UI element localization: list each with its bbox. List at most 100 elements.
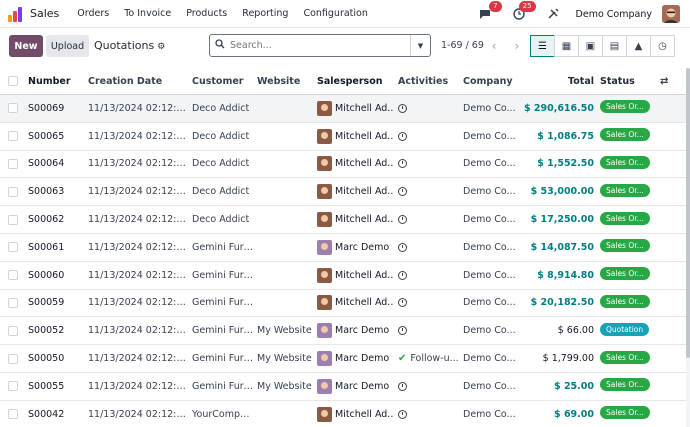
clock-icon[interactable] [398,270,407,280]
activity[interactable]: ✔ Follow-u... [398,353,460,364]
clock-icon[interactable] [398,159,407,169]
table-row[interactable]: S00064 11/13/2024 02:12:22 Deco Addict M… [0,151,690,179]
col-status[interactable]: Status [600,76,660,87]
col-salesperson[interactable]: Salesperson [317,76,393,87]
row-checkbox[interactable] [8,103,18,114]
col-number[interactable]: Number [28,76,84,87]
activity[interactable] [398,215,460,225]
row-checkbox[interactable] [8,158,18,169]
row-checkbox[interactable] [8,325,18,336]
table-body: S00069 11/13/2024 02:12:22 Deco Addict M… [0,95,690,427]
table-row[interactable]: S00052 11/13/2024 02:12:22 Gemini Furn..… [0,317,690,346]
row-checkbox[interactable] [8,409,18,420]
table-row[interactable]: S00042 11/13/2024 02:12:22 YourCompa... … [0,401,690,427]
pivot-view-icon[interactable]: ▤ [602,35,627,57]
activity[interactable] [398,187,460,197]
clock-icon[interactable] [398,215,407,225]
clock-icon[interactable] [398,298,407,308]
quotations-table: Number Creation Date Customer Website Sa… [0,68,690,427]
activity-view-icon[interactable]: ◷ [650,35,675,57]
company-switcher[interactable]: Demo Company [576,9,652,20]
user-avatar[interactable] [662,5,680,23]
customer-name: Gemini Furn... [192,380,254,392]
salesperson-avatar [317,156,332,172]
row-checkbox[interactable] [8,297,18,308]
calendar-view-icon[interactable]: ▣ [578,35,603,57]
table-row[interactable]: S00062 11/13/2024 02:12:22 Deco Addict M… [0,206,690,234]
table-row[interactable]: S00065 11/13/2024 02:12:22 Deco Addict M… [0,123,690,151]
clock-icon[interactable] [398,409,407,419]
table-row[interactable]: S00055 11/13/2024 02:12:22 Gemini Furn..… [0,373,690,401]
kanban-view-icon[interactable]: ▦ [554,35,579,57]
salesperson: Mitchell Ad... [317,128,393,144]
website-name: My Website [257,380,312,392]
activity[interactable] [398,381,460,391]
col-company[interactable]: Company [463,76,525,87]
clock-icon[interactable] [398,131,407,141]
table-row[interactable]: S00059 11/13/2024 02:12:22 Gemini Furn..… [0,290,690,318]
scrollbar-thumb[interactable] [686,68,690,358]
activity[interactable] [398,298,460,308]
list-view-icon[interactable]: ☰ [530,35,555,57]
order-number: S00069 [28,102,65,114]
menu-reporting[interactable]: Reporting [242,8,288,19]
table-row[interactable]: S00050 11/13/2024 02:12:22 Gemini Furn..… [0,345,690,373]
clock-icon[interactable] [398,242,407,252]
select-all-checkbox[interactable] [8,76,18,86]
gear-icon[interactable]: ⚙ [157,42,165,52]
tools-icon[interactable] [544,5,562,23]
messages-icon[interactable]: 7 [476,1,502,23]
graph-view-icon[interactable]: ▲ [626,35,651,57]
row-checkbox[interactable] [8,270,18,281]
pager-value[interactable]: 1-69 / 69 [441,40,484,51]
row-checkbox[interactable] [8,381,18,392]
menu-products[interactable]: Products [186,8,227,19]
activity[interactable] [398,409,460,419]
row-checkbox[interactable] [8,186,18,197]
col-activities[interactable]: Activities [398,76,460,87]
clock-icon[interactable] [398,326,407,336]
order-number: S00055 [28,380,65,392]
sales-app-icon[interactable] [8,6,24,22]
row-checkbox[interactable] [8,353,18,364]
clock-icon[interactable] [398,381,407,391]
row-checkbox[interactable] [8,131,18,142]
activity[interactable] [398,270,460,280]
activity[interactable] [398,159,460,169]
salesperson-name: Marc Demo [335,380,390,392]
activity[interactable] [398,131,460,141]
col-website[interactable]: Website [257,76,313,87]
pager-prev-icon[interactable]: ‹ [483,36,505,56]
search-options-dropdown-icon[interactable]: ▼ [410,35,430,56]
activity[interactable] [398,242,460,252]
activities-icon[interactable]: 25 [510,1,536,23]
company-name: Demo Co... [463,269,516,281]
menu-orders[interactable]: Orders [77,8,109,19]
app-name[interactable]: Sales [30,7,59,20]
row-checkbox[interactable] [8,214,18,225]
menu-configuration[interactable]: Configuration [303,8,367,19]
clock-icon[interactable] [398,103,407,113]
company-name: Demo Co... [463,325,516,337]
new-button[interactable]: New [9,35,43,57]
table-row[interactable]: S00061 11/13/2024 02:12:22 Gemini Furn..… [0,234,690,262]
col-creation-date[interactable]: Creation Date [88,76,188,87]
pager-next-icon[interactable]: › [506,36,528,56]
clock-icon[interactable] [398,187,407,197]
activity[interactable] [398,103,460,113]
table-row[interactable]: S00063 11/13/2024 02:12:22 Deco Addict M… [0,178,690,207]
table-row[interactable]: S00069 11/13/2024 02:12:22 Deco Addict M… [0,95,690,123]
company-name: Demo Co... [463,186,516,198]
scrollbar[interactable] [686,68,690,427]
row-checkbox[interactable] [8,242,18,253]
table-row[interactable]: S00060 11/13/2024 02:12:22 Gemini Furn..… [0,262,690,290]
upload-button[interactable]: Upload [46,35,89,57]
activity[interactable] [398,326,460,336]
creation-date: 11/13/2024 02:12:22 [88,102,188,114]
col-customer[interactable]: Customer [192,76,254,87]
salesperson-avatar [317,212,332,228]
optional-columns-icon[interactable]: ⇄ [660,76,668,87]
search-input[interactable] [230,40,410,51]
menu-to-invoice[interactable]: To Invoice [124,8,171,19]
col-total[interactable]: Total [520,76,594,87]
